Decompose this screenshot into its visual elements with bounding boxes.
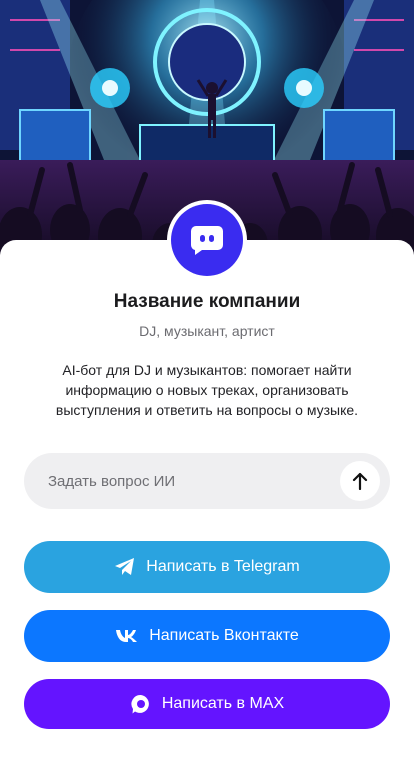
vk-button[interactable]: Написать Вконтакте [24,610,390,662]
max-button-label: Написать в MAX [161,695,285,712]
company-title: Название компании [113,291,301,312]
send-button[interactable] [340,461,380,501]
company-description: AI-бот для DJ и музыкантов: помогает най… [55,362,359,418]
company-subtitle: DJ, музыкант, артист [139,323,275,339]
avatar [171,204,243,276]
chat-bot-icon [190,224,224,256]
ask-ai-input[interactable] [48,453,328,509]
telegram-button-label: Написать в Telegram [146,558,300,575]
max-button[interactable]: Написать в MAX [24,679,390,729]
telegram-icon [114,557,136,577]
vk-icon [115,629,139,643]
avatar-ring [167,200,247,280]
vk-button-label: Написать Вконтакте [149,627,299,644]
max-icon [130,693,152,715]
ask-ai-box [24,453,390,509]
arrow-up-icon [352,472,368,490]
telegram-button[interactable]: Написать в Telegram [24,541,390,593]
